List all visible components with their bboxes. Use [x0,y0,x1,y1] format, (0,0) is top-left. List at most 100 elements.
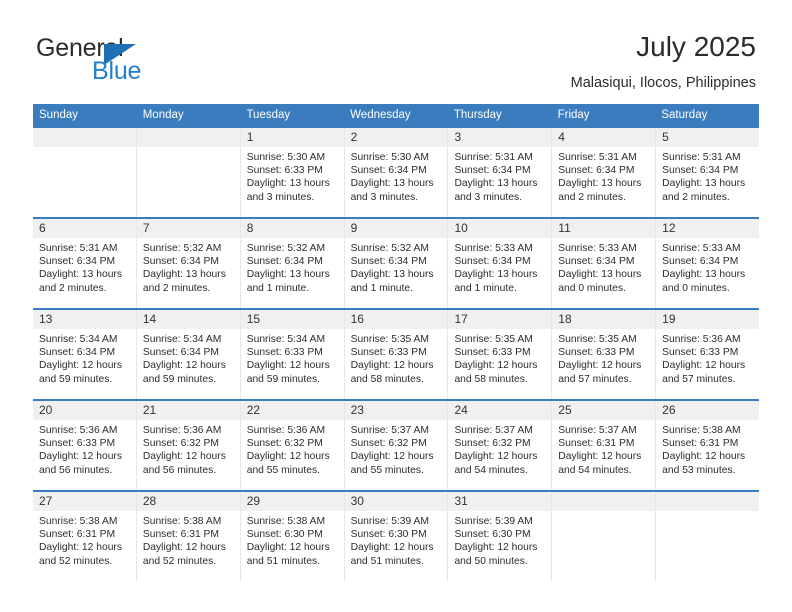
day-cell[interactable]: 6 Sunrise: 5:31 AM Sunset: 6:34 PM Dayli… [33,219,137,308]
day-cell[interactable]: 31 Sunrise: 5:39 AM Sunset: 6:30 PM Dayl… [448,492,553,581]
daylight-line1: Daylight: 12 hours [662,360,746,372]
daylight-line1: Daylight: 13 hours [558,269,642,281]
day-cell[interactable]: 4 Sunrise: 5:31 AM Sunset: 6:34 PM Dayli… [552,128,657,217]
weekday-thursday: Thursday [453,109,502,121]
sunset-text: Sunset: 6:32 PM [454,438,531,450]
day-cell[interactable] [136,128,241,217]
daylight-line2: and 55 minutes. [350,464,424,476]
daylight-line1: Daylight: 12 hours [246,360,330,372]
day-cell[interactable]: 21 Sunrise: 5:36 AM Sunset: 6:32 PM Dayl… [136,401,241,490]
daylight-line1: Daylight: 13 hours [246,178,330,190]
day-details: Sunrise: 5:33 AM Sunset: 6:34 PM Dayligh… [448,238,551,295]
daylight-line1: Daylight: 12 hours [142,360,226,372]
day-cell[interactable]: 11 Sunrise: 5:33 AM Sunset: 6:34 PM Dayl… [552,219,657,308]
day-cell[interactable]: 23 Sunrise: 5:37 AM Sunset: 6:32 PM Dayl… [344,401,449,490]
daylight-line2: and 56 minutes. [39,464,113,476]
sunrise-text: Sunrise: 5:30 AM [350,152,429,163]
daylight-line2: and 58 minutes. [350,373,424,385]
daylight-line2: and 2 minutes. [662,191,730,203]
sunrise-text: Sunrise: 5:33 AM [662,243,741,254]
day-cell[interactable]: 20 Sunrise: 5:36 AM Sunset: 6:33 PM Dayl… [33,401,137,490]
week-row: 6 Sunrise: 5:31 AM Sunset: 6:34 PM Dayli… [33,217,760,308]
sunrise-text: Sunrise: 5:38 AM [39,516,118,527]
sunset-text: Sunset: 6:33 PM [454,347,531,359]
day-number: 20 [33,401,136,420]
day-number: 5 [656,128,760,147]
day-cell[interactable]: 25 Sunrise: 5:37 AM Sunset: 6:31 PM Dayl… [552,401,657,490]
sunrise-text: Sunrise: 5:35 AM [350,334,429,345]
day-cell[interactable]: 28 Sunrise: 5:38 AM Sunset: 6:31 PM Dayl… [136,492,241,581]
day-cell[interactable]: 24 Sunrise: 5:37 AM Sunset: 6:32 PM Dayl… [448,401,553,490]
day-cell[interactable]: 8 Sunrise: 5:32 AM Sunset: 6:34 PM Dayli… [240,219,345,308]
weekday-monday: Monday [142,109,184,121]
day-details: Sunrise: 5:36 AM Sunset: 6:32 PM Dayligh… [137,420,240,477]
daylight-line2: and 57 minutes. [662,373,736,385]
day-cell[interactable]: 27 Sunrise: 5:38 AM Sunset: 6:31 PM Dayl… [33,492,137,581]
sunrise-text: Sunrise: 5:37 AM [558,425,637,436]
sunset-text: Sunset: 6:34 PM [350,165,427,177]
day-cell[interactable]: 9 Sunrise: 5:32 AM Sunset: 6:34 PM Dayli… [344,219,449,308]
day-cell[interactable] [656,492,760,581]
day-cell[interactable]: 14 Sunrise: 5:34 AM Sunset: 6:34 PM Dayl… [136,310,241,399]
day-cell[interactable]: 15 Sunrise: 5:34 AM Sunset: 6:33 PM Dayl… [240,310,345,399]
day-number: 9 [344,219,448,238]
day-cell[interactable]: 26 Sunrise: 5:38 AM Sunset: 6:31 PM Dayl… [656,401,760,490]
sunset-text: Sunset: 6:31 PM [142,529,219,541]
day-cell[interactable]: 3 Sunrise: 5:31 AM Sunset: 6:34 PM Dayli… [448,128,553,217]
day-cell[interactable]: 2 Sunrise: 5:30 AM Sunset: 6:34 PM Dayli… [344,128,449,217]
sunrise-text: Sunrise: 5:32 AM [350,243,429,254]
day-cell[interactable]: 7 Sunrise: 5:32 AM Sunset: 6:34 PM Dayli… [136,219,241,308]
sunrise-text: Sunrise: 5:39 AM [454,516,533,527]
sunrise-text: Sunrise: 5:36 AM [662,334,741,345]
daylight-line2: and 51 minutes. [246,555,320,567]
sunset-text: Sunset: 6:33 PM [246,165,323,177]
sunset-text: Sunset: 6:33 PM [39,438,116,450]
day-cell[interactable]: 30 Sunrise: 5:39 AM Sunset: 6:30 PM Dayl… [344,492,449,581]
weekday-friday: Friday [557,109,590,121]
day-cell[interactable]: 16 Sunrise: 5:35 AM Sunset: 6:33 PM Dayl… [344,310,449,399]
week-row: 1 Sunrise: 5:30 AM Sunset: 6:33 PM Dayli… [33,126,760,217]
day-details: Sunrise: 5:34 AM Sunset: 6:33 PM Dayligh… [241,329,344,386]
day-details: Sunrise: 5:37 AM Sunset: 6:32 PM Dayligh… [448,420,551,477]
sunrise-text: Sunrise: 5:36 AM [142,425,222,436]
daylight-line1: Daylight: 12 hours [246,451,330,463]
day-cell[interactable]: 19 Sunrise: 5:36 AM Sunset: 6:33 PM Dayl… [656,310,760,399]
day-number: 12 [656,219,760,238]
day-cell[interactable] [552,492,657,581]
day-number: 27 [33,492,136,511]
daylight-line2: and 59 minutes. [142,373,217,385]
sunset-text: Sunset: 6:34 PM [662,256,739,268]
daylight-line2: and 1 minute. [246,282,310,294]
day-cell[interactable]: 29 Sunrise: 5:38 AM Sunset: 6:30 PM Dayl… [240,492,345,581]
day-number: 11 [552,219,656,238]
day-details: Sunrise: 5:38 AM Sunset: 6:31 PM Dayligh… [656,420,759,477]
sunset-text: Sunset: 6:34 PM [246,256,323,268]
daylight-line1: Daylight: 12 hours [142,451,226,463]
day-details: Sunrise: 5:38 AM Sunset: 6:30 PM Dayligh… [241,511,344,568]
day-number: 16 [344,310,448,329]
day-number: 2 [344,128,448,147]
day-number [656,492,760,511]
day-cell[interactable] [33,128,137,217]
day-cell[interactable]: 10 Sunrise: 5:33 AM Sunset: 6:34 PM Dayl… [448,219,553,308]
day-cell[interactable]: 17 Sunrise: 5:35 AM Sunset: 6:33 PM Dayl… [448,310,553,399]
day-cell[interactable]: 18 Sunrise: 5:35 AM Sunset: 6:33 PM Dayl… [552,310,657,399]
weekday-sunday: Sunday [39,109,79,121]
day-cell[interactable]: 13 Sunrise: 5:34 AM Sunset: 6:34 PM Dayl… [33,310,137,399]
sunrise-text: Sunrise: 5:32 AM [142,243,222,254]
day-details: Sunrise: 5:36 AM Sunset: 6:32 PM Dayligh… [241,420,344,477]
general-blue-logo[interactable]: General Blue [36,35,216,89]
day-details: Sunrise: 5:31 AM Sunset: 6:34 PM Dayligh… [656,147,759,204]
daylight-line2: and 54 minutes. [454,464,528,476]
daylight-line1: Daylight: 13 hours [39,269,122,281]
day-number: 30 [344,492,448,511]
day-cell[interactable]: 12 Sunrise: 5:33 AM Sunset: 6:34 PM Dayl… [656,219,760,308]
daylight-line1: Daylight: 12 hours [454,360,538,372]
sunrise-text: Sunrise: 5:39 AM [350,516,429,527]
daylight-line2: and 52 minutes. [142,555,217,567]
sunset-text: Sunset: 6:33 PM [558,347,635,359]
daylight-line2: and 3 minutes. [350,191,419,203]
day-cell[interactable]: 22 Sunrise: 5:36 AM Sunset: 6:32 PM Dayl… [240,401,345,490]
day-cell[interactable]: 1 Sunrise: 5:30 AM Sunset: 6:33 PM Dayli… [240,128,345,217]
day-cell[interactable]: 5 Sunrise: 5:31 AM Sunset: 6:34 PM Dayli… [656,128,760,217]
